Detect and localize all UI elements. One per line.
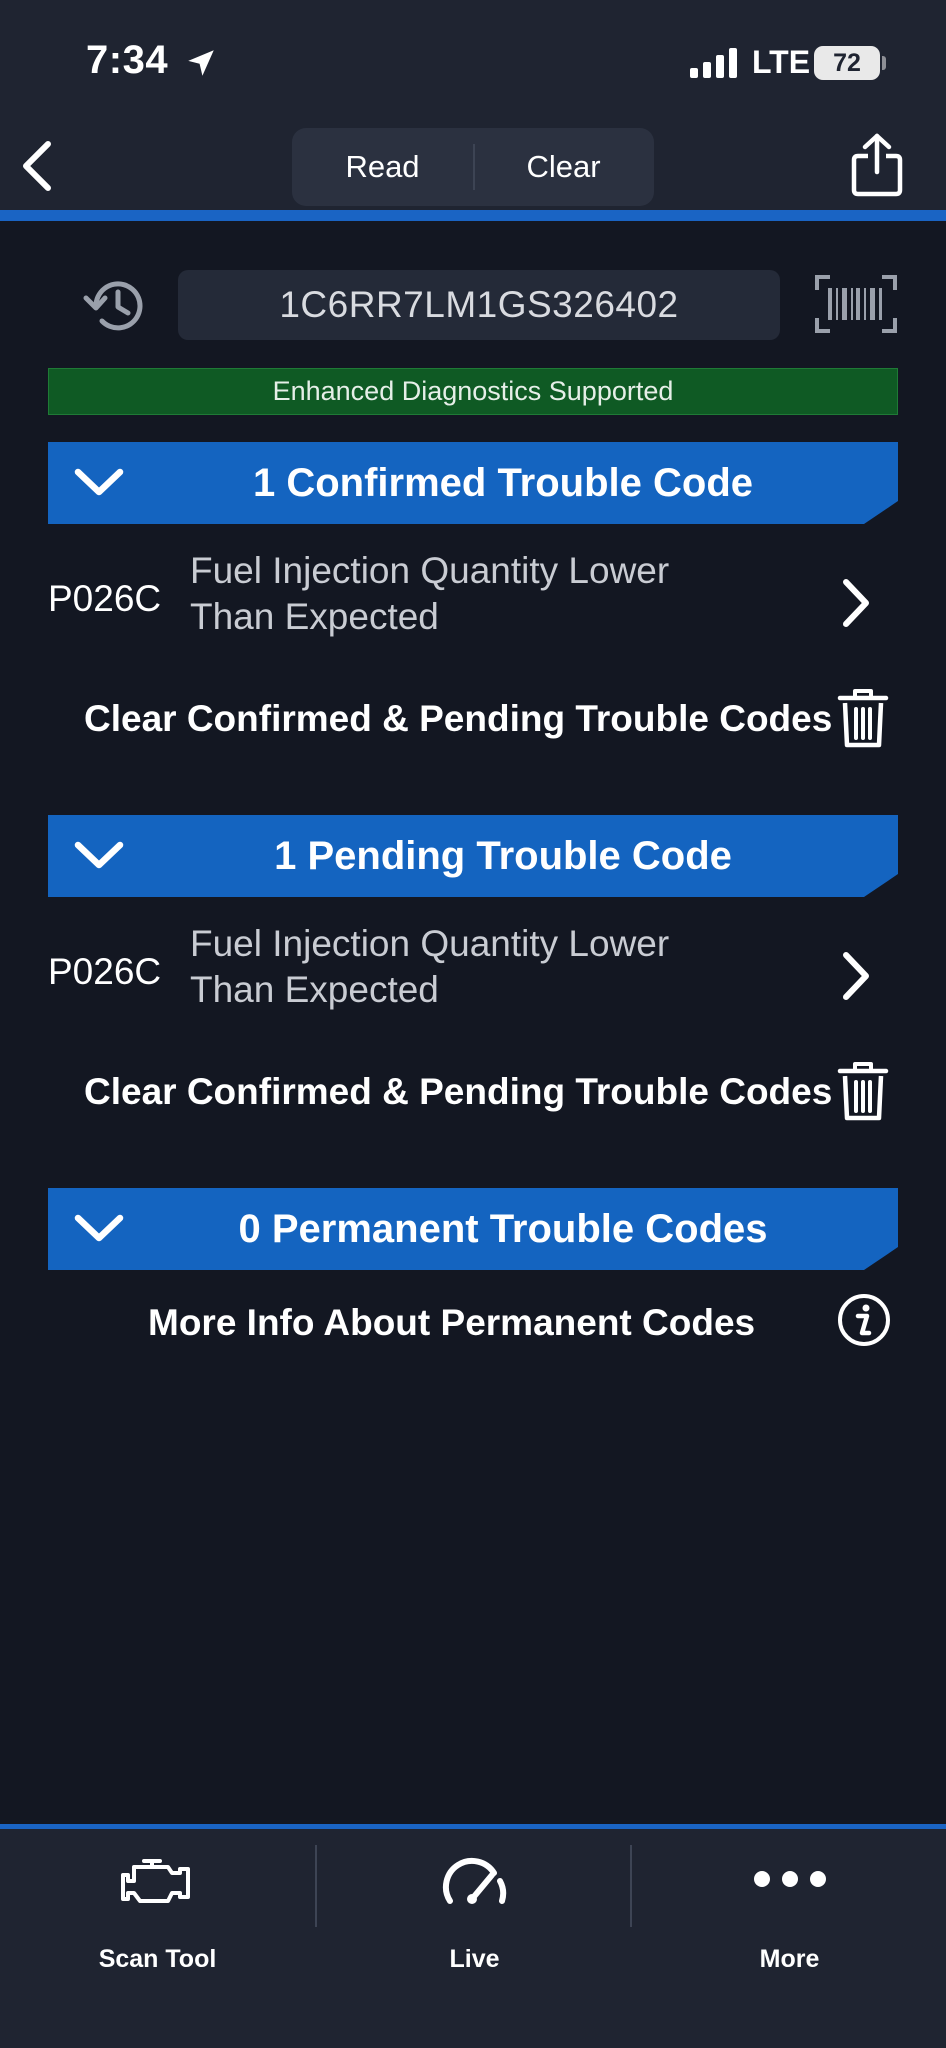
trash-icon[interactable] — [836, 1059, 890, 1123]
trouble-code: P026C — [48, 951, 162, 992]
tab-live[interactable]: Live — [317, 1829, 632, 1979]
read-clear-segmented-control: Read Clear — [292, 128, 654, 206]
signal-icon — [690, 48, 737, 78]
top-bar: 7:34 LTE 72 Read Clear — [0, 0, 946, 214]
location-arrow-icon — [188, 50, 214, 76]
trouble-code-description: Fuel Injection Quantity Lower Than Expec… — [190, 921, 710, 1013]
tab-label: Scan Tool — [98, 1945, 217, 1973]
confirmed-section-header[interactable]: 1 Confirmed Trouble Code — [48, 442, 898, 524]
clear-button[interactable]: Clear — [473, 128, 654, 206]
share-icon[interactable] — [850, 132, 904, 198]
permanent-info-row[interactable]: More Info About Permanent Codes — [0, 1292, 946, 1356]
confirmed-code-row[interactable]: P026C Fuel Injection Quantity Lower Than… — [0, 548, 946, 658]
battery-nub — [882, 56, 886, 70]
status-time: 7:34 — [86, 38, 169, 82]
tab-label: More — [759, 1945, 820, 1973]
clear-codes-row-pending[interactable]: Clear Confirmed & Pending Trouble Codes — [0, 1059, 946, 1129]
top-accent-line — [0, 210, 946, 221]
clear-codes-label: Clear Confirmed & Pending Trouble Codes — [84, 1071, 833, 1112]
pending-section-header[interactable]: 1 Pending Trouble Code — [48, 815, 898, 897]
app-screen: 7:34 LTE 72 Read Clear 1C6RR7LM1GS326402… — [0, 0, 946, 2048]
tab-label: Live — [449, 1945, 500, 1973]
barcode-scan-icon[interactable] — [814, 274, 898, 334]
battery-icon: 72 — [814, 46, 880, 80]
trouble-code-description-line2: Than Expected — [190, 596, 439, 637]
chevron-right-icon — [843, 579, 869, 627]
clear-codes-row-confirmed[interactable]: Clear Confirmed & Pending Trouble Codes — [0, 686, 946, 756]
confirmed-section-title: 1 Confirmed Trouble Code — [252, 461, 754, 505]
history-icon[interactable] — [80, 274, 150, 338]
permanent-section-header[interactable]: 0 Permanent Trouble Codes — [48, 1188, 898, 1270]
tab-scan-tool[interactable]: Scan Tool — [0, 1829, 315, 1979]
clear-codes-label: Clear Confirmed & Pending Trouble Codes — [84, 698, 833, 739]
trouble-code-description-line1: Fuel Injection Quantity Lower — [190, 550, 670, 591]
trouble-code-description-line2: Than Expected — [190, 969, 439, 1010]
pending-code-row[interactable]: P026C Fuel Injection Quantity Lower Than… — [0, 921, 946, 1031]
enhanced-diagnostics-banner: Enhanced Diagnostics Supported — [48, 368, 898, 415]
trouble-code: P026C — [48, 578, 162, 619]
vin-field[interactable]: 1C6RR7LM1GS326402 — [178, 270, 780, 340]
chevron-right-icon — [843, 952, 869, 1000]
trouble-code-description: Fuel Injection Quantity Lower Than Expec… — [190, 548, 710, 640]
info-icon[interactable] — [836, 1292, 892, 1348]
back-chevron-icon[interactable] — [16, 136, 60, 196]
pending-section-title: 1 Pending Trouble Code — [274, 834, 732, 878]
network-type: LTE — [752, 44, 811, 80]
tab-bar: Scan Tool Live More — [0, 1829, 946, 2048]
gauge-icon — [442, 1857, 506, 1904]
read-button[interactable]: Read — [292, 128, 473, 206]
more-dots-icon — [753, 1871, 826, 1887]
more-info-label: More Info About Permanent Codes — [148, 1302, 756, 1343]
trouble-code-description-line1: Fuel Injection Quantity Lower — [190, 923, 670, 964]
engine-icon — [120, 1859, 190, 1903]
permanent-section-title: 0 Permanent Trouble Codes — [238, 1207, 768, 1251]
tab-more[interactable]: More — [632, 1829, 946, 1979]
trash-icon[interactable] — [836, 686, 890, 750]
